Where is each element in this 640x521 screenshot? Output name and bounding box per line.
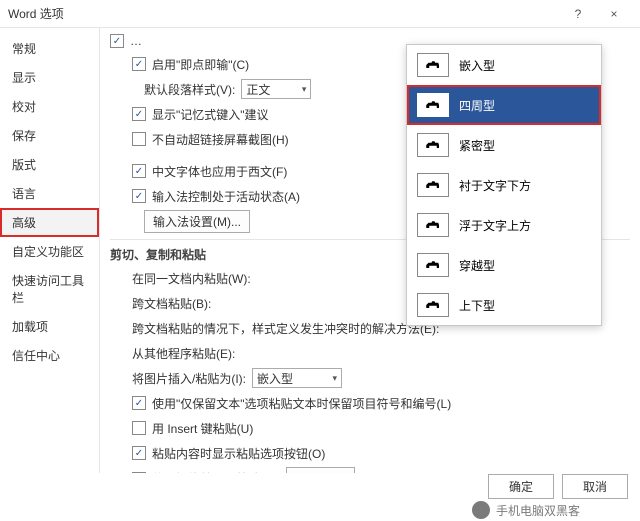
wrap-option-1[interactable]: 四周型 bbox=[407, 85, 601, 125]
sidebar-item-layout[interactable]: 版式 bbox=[0, 150, 99, 179]
insert-pic-row: 将图片插入/粘贴为(I): 嵌入型▾ bbox=[132, 367, 630, 389]
ok-button[interactable]: 确定 bbox=[488, 474, 554, 499]
sidebar-item-general[interactable]: 常规 bbox=[0, 34, 99, 63]
wrap-option-icon bbox=[417, 133, 449, 157]
window-title: Word 选项 bbox=[8, 5, 560, 22]
wrap-option-label: 衬于文字下方 bbox=[459, 177, 531, 194]
checkbox-show-paste-btn[interactable] bbox=[132, 446, 146, 460]
wrap-option-2[interactable]: 紧密型 bbox=[407, 125, 601, 165]
sidebar-item-save[interactable]: 保存 bbox=[0, 121, 99, 150]
wrap-option-label: 上下型 bbox=[459, 297, 495, 314]
default-para-select[interactable]: 正文▾ bbox=[241, 79, 311, 99]
help-button[interactable]: ? bbox=[560, 0, 596, 28]
sidebar-item-quickaccess[interactable]: 快速访问工具栏 bbox=[0, 266, 99, 312]
wrap-option-icon bbox=[417, 53, 449, 77]
wrap-option-label: 紧密型 bbox=[459, 137, 495, 154]
paste-settings-button[interactable]: 设置(N)... bbox=[286, 467, 355, 473]
checkbox-keep-text[interactable] bbox=[132, 396, 146, 410]
wrap-option-label: 穿越型 bbox=[459, 257, 495, 274]
sidebar-item-customize-ribbon[interactable]: 自定义功能区 bbox=[0, 237, 99, 266]
wrap-option-icon bbox=[417, 93, 449, 117]
sidebar-item-display[interactable]: 显示 bbox=[0, 63, 99, 92]
ime-settings-button[interactable]: 输入法设置(M)... bbox=[144, 210, 250, 233]
sidebar-item-trust[interactable]: 信任中心 bbox=[0, 341, 99, 370]
wechat-watermark: 手机电脑双黑客 bbox=[472, 501, 580, 519]
cross-conflict-label: 跨文档粘贴的情况下，样式定义发生冲突时的解决方法(E): bbox=[132, 320, 439, 337]
wrap-option-5[interactable]: 穿越型 bbox=[407, 245, 601, 285]
wrap-option-4[interactable]: 浮于文字上方 bbox=[407, 205, 601, 245]
wrap-style-dropdown: 嵌入型四周型紧密型衬于文字下方浮于文字上方穿越型上下型 bbox=[406, 44, 602, 326]
wrap-option-icon bbox=[417, 213, 449, 237]
checkbox-ime-control[interactable] bbox=[132, 189, 146, 203]
wrap-option-0[interactable]: 嵌入型 bbox=[407, 45, 601, 85]
same-doc-label: 在同一文档内粘贴(W): bbox=[132, 270, 251, 287]
enable-click-type-label: 启用"即点即输"(C) bbox=[152, 56, 249, 73]
checkbox-show-memory[interactable] bbox=[132, 107, 146, 121]
wrap-option-label: 嵌入型 bbox=[459, 57, 495, 74]
cancel-button[interactable]: 取消 bbox=[562, 474, 628, 499]
checkbox-top[interactable] bbox=[110, 34, 124, 48]
close-button[interactable]: × bbox=[596, 0, 632, 28]
wechat-icon bbox=[472, 501, 490, 519]
default-para-label: 默认段落样式(V): bbox=[144, 81, 235, 98]
checkbox-cn-font[interactable] bbox=[132, 164, 146, 178]
wrap-option-icon bbox=[417, 253, 449, 277]
sidebar-item-addins[interactable]: 加载项 bbox=[0, 312, 99, 341]
chevron-down-icon: ▾ bbox=[332, 373, 337, 384]
wrap-option-label: 四周型 bbox=[459, 97, 495, 114]
insert-pic-select[interactable]: 嵌入型▾ bbox=[252, 368, 342, 388]
content: … 启用"即点即输"(C) 默认段落样式(V): 正文▾ 显示"记忆式键入"建议… bbox=[100, 28, 640, 473]
from-other-label: 从其他程序粘贴(E): bbox=[132, 345, 235, 362]
main-area: 常规 显示 校对 保存 版式 语言 高级 自定义功能区 快速访问工具栏 加载项 … bbox=[0, 28, 640, 473]
insert-pic-label: 将图片插入/粘贴为(I): bbox=[132, 370, 246, 387]
wrap-option-6[interactable]: 上下型 bbox=[407, 285, 601, 325]
titlebar: Word 选项 ? × bbox=[0, 0, 640, 28]
checkbox-smart-cut[interactable] bbox=[132, 472, 146, 474]
sidebar-item-language[interactable]: 语言 bbox=[0, 179, 99, 208]
wrap-option-icon bbox=[417, 173, 449, 197]
checkbox-insert-key[interactable] bbox=[132, 421, 146, 435]
wrap-option-icon bbox=[417, 293, 449, 317]
wrap-option-3[interactable]: 衬于文字下方 bbox=[407, 165, 601, 205]
checkbox-no-auto-shot[interactable] bbox=[132, 132, 146, 146]
checkbox-click-type[interactable] bbox=[132, 57, 146, 71]
sidebar-item-proofing[interactable]: 校对 bbox=[0, 92, 99, 121]
chevron-down-icon: ▾ bbox=[302, 84, 307, 95]
sidebar: 常规 显示 校对 保存 版式 语言 高级 自定义功能区 快速访问工具栏 加载项 … bbox=[0, 28, 100, 473]
wrap-option-label: 浮于文字上方 bbox=[459, 217, 531, 234]
footer: 确定 取消 bbox=[488, 474, 628, 499]
sidebar-item-advanced[interactable]: 高级 bbox=[0, 208, 99, 237]
cross-doc-label: 跨文档粘贴(B): bbox=[132, 295, 211, 312]
